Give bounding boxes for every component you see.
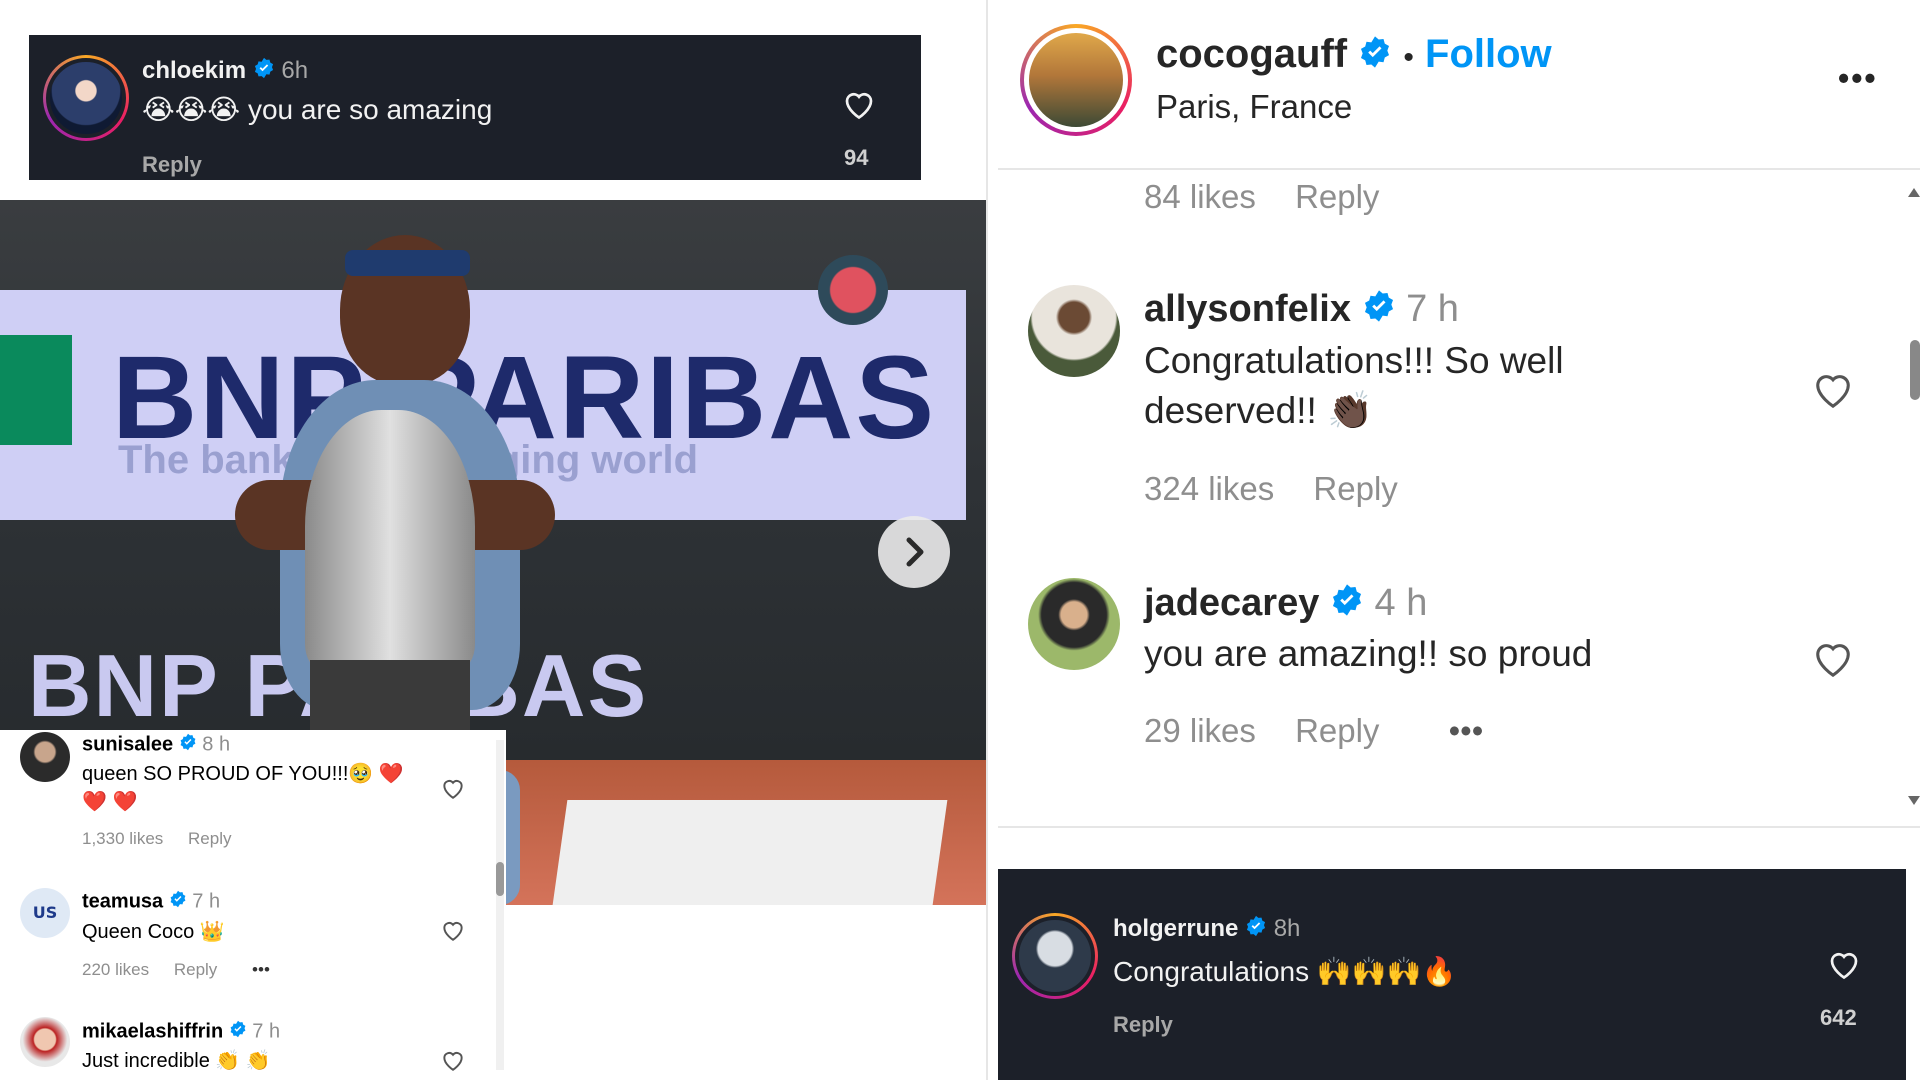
comment-time: 7 h bbox=[1406, 288, 1459, 330]
like-count[interactable]: 29 likes bbox=[1144, 712, 1256, 749]
scroll-down-arrow-icon[interactable] bbox=[1908, 796, 1920, 805]
comment-time: 8h bbox=[1273, 915, 1301, 942]
comment-time: 4 h bbox=[1374, 582, 1428, 624]
more-options-icon[interactable]: ••• bbox=[1838, 60, 1878, 97]
verified-icon bbox=[1330, 583, 1364, 627]
heart-icon[interactable] bbox=[440, 918, 466, 942]
heart-icon[interactable] bbox=[440, 1048, 466, 1072]
reply-button[interactable]: Reply bbox=[142, 152, 202, 178]
comment-text-line2: ❤️ ❤️ bbox=[82, 791, 138, 813]
comment-text: Congratulations!!! So well bbox=[1144, 340, 1564, 381]
avatar-mikaelashiffrin[interactable] bbox=[20, 1017, 70, 1067]
teamusa-logo: US bbox=[32, 903, 58, 922]
follow-button[interactable]: Follow bbox=[1425, 32, 1552, 76]
comment-username[interactable]: holgerrune bbox=[1113, 915, 1238, 942]
avatar-chloekim[interactable] bbox=[43, 55, 129, 141]
like-count: 642 bbox=[1820, 1005, 1857, 1030]
verified-icon bbox=[1245, 915, 1267, 944]
comment-username[interactable]: chloekim bbox=[142, 57, 246, 84]
comment-time: 6h bbox=[281, 57, 309, 84]
reply-button[interactable]: Reply bbox=[1313, 470, 1397, 507]
holgerrune-comment-card: holgerrune 8h Congratulations 🙌🙌🙌🔥 Reply… bbox=[998, 869, 1906, 1080]
avatar-jadecarey[interactable] bbox=[1028, 578, 1120, 670]
comment-text: Queen Coco 👑 bbox=[82, 921, 225, 943]
panel-divider bbox=[986, 0, 988, 1080]
avatar-teamusa[interactable]: US bbox=[20, 888, 70, 938]
verified-icon bbox=[229, 1020, 247, 1044]
comment-username[interactable]: teamusa bbox=[82, 890, 163, 912]
comment-time: 7 h bbox=[192, 890, 221, 913]
more-options-icon[interactable]: ••• bbox=[252, 960, 270, 979]
chloekim-comment-card: chloekim 6h 😭😭😭 you are so amazing Reply… bbox=[29, 35, 921, 180]
comment-text: queen SO PROUD OF YOU!!!🥹 ❤️ bbox=[82, 763, 404, 785]
verified-icon bbox=[253, 57, 275, 86]
heart-icon[interactable] bbox=[1810, 368, 1856, 410]
heart-icon[interactable] bbox=[1826, 947, 1862, 981]
avatar-sunisalee[interactable] bbox=[20, 732, 70, 782]
post-header: cocogauff • Follow Paris, France ••• bbox=[998, 0, 1920, 170]
right-comments-panel: 84 likes Reply allysonfelix 7 h Congratu… bbox=[998, 170, 1920, 830]
heart-icon[interactable] bbox=[440, 776, 466, 800]
comment-text: you are amazing!! so proud bbox=[1144, 633, 1593, 674]
scrollbar-thumb[interactable] bbox=[1910, 340, 1920, 400]
avatar-cocogauff[interactable] bbox=[1020, 24, 1132, 136]
heart-icon[interactable] bbox=[841, 87, 877, 121]
verified-icon bbox=[1358, 34, 1392, 79]
comment-text: Just incredible 👏 👏 bbox=[82, 1050, 271, 1072]
avatar-holgerrune[interactable] bbox=[1012, 913, 1098, 999]
reply-button[interactable]: Reply bbox=[1113, 1012, 1173, 1038]
comment-username[interactable]: allysonfelix bbox=[1144, 288, 1351, 330]
like-count[interactable]: 220 likes bbox=[82, 960, 149, 979]
verified-icon bbox=[1362, 289, 1396, 333]
like-count[interactable]: 1,330 likes bbox=[82, 829, 163, 848]
verified-icon bbox=[169, 890, 187, 914]
separator-dot: • bbox=[1403, 41, 1414, 74]
post-location[interactable]: Paris, France bbox=[1156, 88, 1352, 126]
comment-text: Congratulations 🙌🙌🙌🔥 bbox=[1113, 956, 1457, 987]
heart-icon[interactable] bbox=[1810, 637, 1856, 679]
reply-button[interactable]: Reply bbox=[1295, 178, 1379, 215]
comment-time: 7 h bbox=[252, 1020, 281, 1043]
comment-text-line2: deserved!! 👏🏿 bbox=[1144, 390, 1374, 431]
like-count[interactable]: 84 likes bbox=[1144, 178, 1256, 215]
verified-icon bbox=[179, 733, 197, 757]
reply-button[interactable]: Reply bbox=[174, 960, 217, 979]
tournament-logo bbox=[818, 255, 888, 325]
comment-text: you are so amazing bbox=[247, 94, 493, 125]
like-count: 94 bbox=[844, 145, 869, 170]
comment-username[interactable]: mikaelashiffrin bbox=[82, 1020, 223, 1042]
post-username[interactable]: cocogauff bbox=[1156, 32, 1347, 76]
comment-username[interactable]: sunisalee bbox=[82, 733, 173, 755]
comment-time: 8 h bbox=[202, 733, 231, 756]
avatar-allysonfelix[interactable] bbox=[1028, 285, 1120, 377]
comment-username[interactable]: jadecarey bbox=[1144, 582, 1319, 624]
chevron-right-icon bbox=[906, 537, 924, 567]
comment-emojis: 😭😭😭 bbox=[142, 94, 241, 125]
scroll-up-arrow-icon[interactable] bbox=[1908, 188, 1920, 197]
like-count[interactable]: 324 likes bbox=[1144, 470, 1274, 507]
reply-button[interactable]: Reply bbox=[188, 829, 231, 848]
scrollbar[interactable] bbox=[496, 740, 504, 1070]
reply-button[interactable]: Reply bbox=[1295, 712, 1379, 749]
left-comments-panel: sunisalee 8 h queen SO PROUD OF YOU!!!🥹 … bbox=[0, 730, 506, 1080]
scrollbar-thumb[interactable] bbox=[496, 862, 504, 896]
more-options-icon[interactable]: ••• bbox=[1449, 712, 1484, 749]
trophy bbox=[305, 410, 475, 670]
next-photo-button[interactable] bbox=[878, 516, 950, 588]
